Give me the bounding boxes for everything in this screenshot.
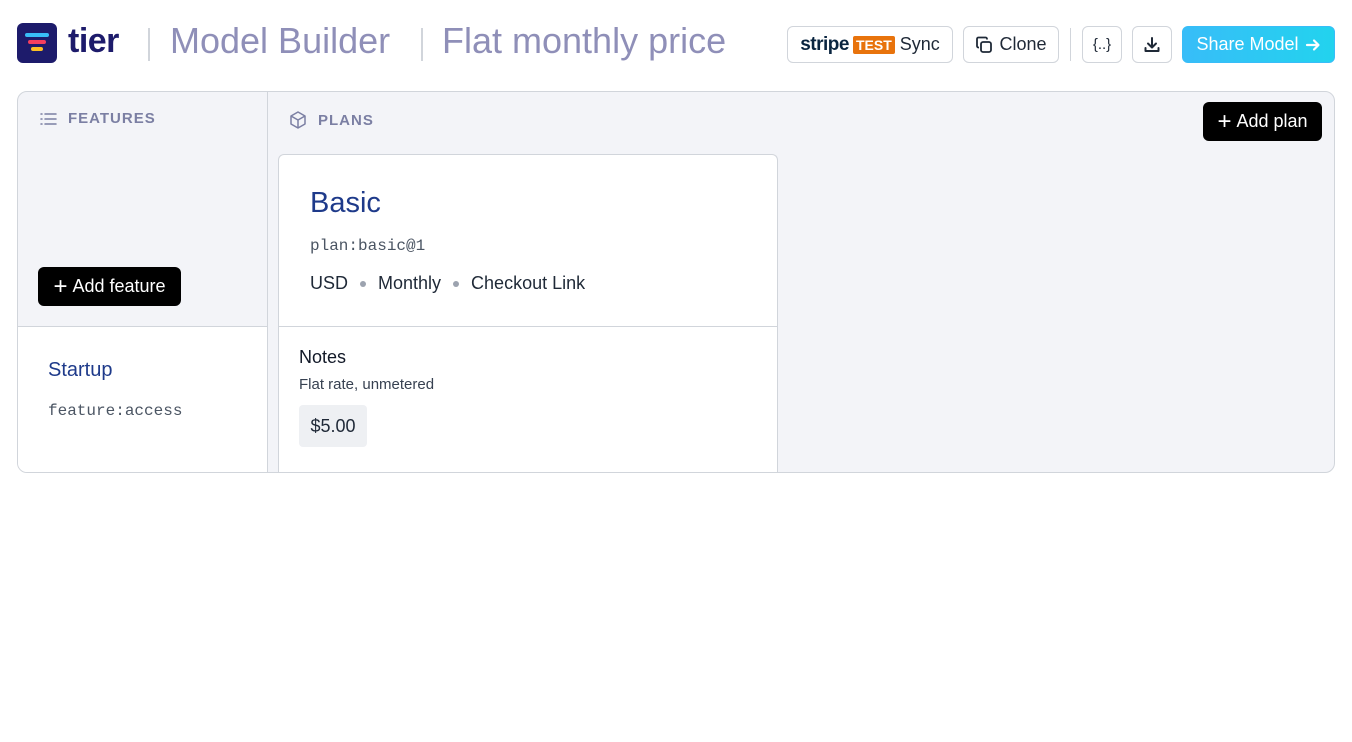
plan-name[interactable]: Basic: [310, 187, 381, 220]
plan-currency: USD: [310, 273, 349, 293]
plan-meta: USD Monthly Checkout Link: [310, 273, 585, 294]
plans-heading: PLANS: [288, 110, 374, 130]
add-feature-label: Add feature: [72, 276, 166, 296]
price-chip[interactable]: $5.00: [299, 405, 367, 447]
logo-text[interactable]: tier: [68, 22, 119, 61]
app-header: tier Model Builder Flat monthly price st…: [0, 0, 1352, 88]
plus-icon: +: [53, 272, 68, 300]
plan-divider: [279, 326, 777, 327]
clone-label: Clone: [999, 34, 1047, 54]
plus-icon: +: [1217, 107, 1232, 135]
header-divider: [421, 28, 423, 61]
features-column: FEATURES + Add feature Startup feature:a…: [18, 92, 268, 472]
plan-interval: Monthly: [378, 273, 442, 293]
header-divider: [148, 28, 150, 61]
share-model-button[interactable]: Share Model: [1182, 26, 1335, 63]
test-mode-badge: TEST: [852, 35, 895, 54]
toolbar-divider: [1070, 28, 1071, 61]
add-plan-label: Add plan: [1236, 111, 1308, 131]
stripe-sync-button[interactable]: stripe TEST Sync: [787, 26, 953, 63]
json-icon: {..}: [1092, 36, 1112, 53]
notes-title: Notes: [299, 347, 347, 367]
clone-icon: [975, 36, 993, 54]
download-icon: [1143, 36, 1161, 54]
download-button[interactable]: [1132, 26, 1172, 63]
features-heading: FEATURES: [40, 110, 156, 127]
plan-id: plan:basic@1: [310, 237, 426, 255]
feature-row[interactable]: Startup feature:access: [18, 326, 267, 472]
checkout-link[interactable]: Checkout Link: [471, 273, 585, 294]
add-feature-button[interactable]: + Add feature: [38, 267, 181, 306]
separator-dot: [360, 280, 367, 287]
model-title[interactable]: Flat monthly price: [442, 20, 726, 62]
plans-heading-label: PLANS: [318, 111, 374, 129]
arrow-right-icon: [1305, 37, 1321, 53]
sync-label: Sync: [899, 34, 940, 54]
share-label: Share Model: [1196, 34, 1299, 54]
add-plan-button[interactable]: + Add plan: [1203, 102, 1322, 141]
stripe-logo: stripe: [800, 33, 849, 55]
cube-icon: [288, 110, 318, 130]
json-view-button[interactable]: {..}: [1082, 26, 1122, 63]
feature-id: feature:access: [48, 402, 183, 420]
section-title: Model Builder: [170, 20, 391, 61]
feature-title[interactable]: Startup: [48, 359, 112, 382]
notes-text: Flat rate, unmetered: [299, 376, 435, 393]
model-board: FEATURES + Add feature Startup feature:a…: [17, 91, 1335, 473]
plan-card[interactable]: Basic plan:basic@1 USD Monthly Checkout …: [278, 154, 778, 472]
tier-logo-icon[interactable]: [17, 23, 57, 63]
list-icon: [40, 112, 68, 126]
features-heading-label: FEATURES: [68, 110, 156, 127]
separator-dot: [453, 280, 460, 287]
clone-button[interactable]: Clone: [963, 26, 1059, 63]
